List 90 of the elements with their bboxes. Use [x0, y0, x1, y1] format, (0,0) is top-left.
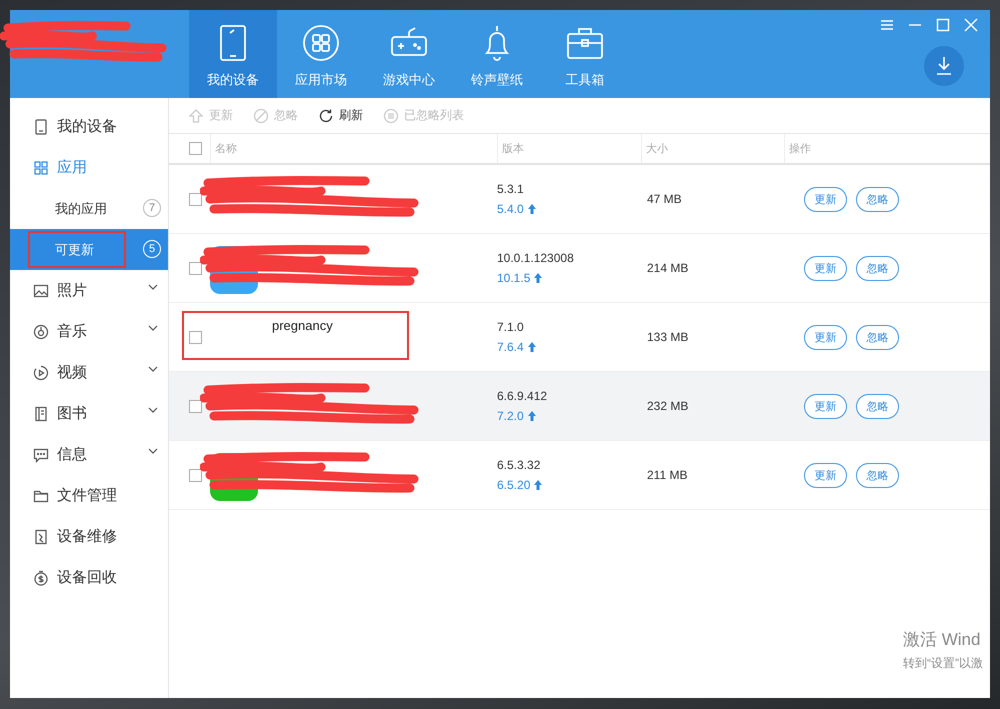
- activation-hint: 转到“设置”以激: [903, 655, 983, 672]
- action-button[interactable]: 更新: [804, 394, 847, 418]
- current-version: 7.1.0: [497, 320, 525, 334]
- up-arrow-icon: [528, 342, 536, 352]
- latest-version: 7.6.4: [497, 340, 524, 354]
- video-icon: [33, 364, 49, 380]
- maximize-icon[interactable]: [936, 18, 950, 32]
- apps-icon: [301, 23, 341, 63]
- action-button[interactable]: 忽略: [856, 462, 899, 488]
- up-arrow-icon: [528, 411, 536, 421]
- chevron-down-icon[interactable]: [148, 284, 158, 290]
- music-icon: [33, 324, 49, 340]
- book-icon: [33, 406, 49, 422]
- action-button[interactable]: 更新: [804, 462, 847, 488]
- grid-icon: [33, 160, 49, 176]
- row-checkbox[interactable]: [189, 468, 202, 482]
- count-badge: 5: [143, 240, 161, 258]
- latest-version: 6.5.20: [497, 478, 530, 492]
- action-button[interactable]: 更新: [804, 186, 847, 212]
- column-header: 版本: [502, 142, 524, 156]
- ban-icon: [253, 108, 269, 124]
- sidebar-subitem[interactable]: 我的应用 7: [10, 188, 168, 229]
- current-version: 10.0.1.123008: [497, 251, 575, 265]
- row-checkbox[interactable]: [189, 262, 202, 274]
- coin-icon: [33, 570, 49, 586]
- column-header: 大小: [646, 142, 668, 156]
- refresh-icon: [318, 108, 334, 124]
- chevron-down-icon[interactable]: [148, 407, 158, 413]
- sidebar-item[interactable]: 音乐: [10, 311, 168, 352]
- table-row[interactable]: 5.3.1 5.4.0 47 MB 更新 忽略: [169, 165, 990, 234]
- chevron-down-icon[interactable]: [148, 448, 158, 454]
- up-icon: [188, 108, 204, 124]
- menu-icon[interactable]: [880, 18, 894, 32]
- table-row[interactable]: 6.6.9.412 7.2.0 232 MB 更新 忽略: [169, 372, 990, 441]
- list-icon: [383, 108, 399, 124]
- sidebar-item[interactable]: 设备维修: [10, 516, 168, 557]
- count-badge: 7: [143, 199, 161, 217]
- current-version: 6.6.9.412: [497, 389, 548, 403]
- up-arrow-icon: [528, 204, 536, 214]
- sidebar-item[interactable]: 我的设备: [10, 106, 168, 147]
- nav-tab[interactable]: 铃声壁纸: [453, 10, 541, 98]
- app-size: 214 MB: [647, 261, 688, 275]
- latest-version: 7.2.0: [497, 409, 524, 423]
- row-checkbox[interactable]: [189, 400, 202, 412]
- action-button[interactable]: 更新: [804, 324, 847, 350]
- select-all-checkbox[interactable]: [189, 142, 202, 155]
- column-header: 操作: [789, 142, 811, 156]
- app-size: 47 MB: [647, 192, 682, 206]
- row-checkbox[interactable]: [189, 192, 202, 206]
- message-icon: [33, 446, 49, 462]
- action-button[interactable]: 忽略: [856, 256, 899, 280]
- table-row[interactable]: 6.5.3.32 6.5.20 211 MB 更新 忽略: [169, 441, 990, 510]
- download-button[interactable]: [924, 46, 964, 86]
- current-version: 5.3.1: [497, 182, 525, 196]
- download-icon: [935, 56, 953, 76]
- nav-tab[interactable]: 应用市场: [277, 10, 365, 98]
- action-button[interactable]: 忽略: [856, 324, 899, 350]
- sidebar-item[interactable]: 照片: [10, 270, 168, 311]
- chevron-down-icon[interactable]: [148, 366, 158, 372]
- activation-title: 激活 Wind: [903, 629, 982, 651]
- latest-version: 10.1.5: [497, 271, 530, 285]
- sidebar-item[interactable]: 图书: [10, 393, 168, 434]
- toolbar-button[interactable]: 刷新: [318, 107, 363, 124]
- current-version: 6.5.3.32: [497, 458, 542, 472]
- app-size: 232 MB: [647, 399, 688, 413]
- sidebar-item[interactable]: 信息: [10, 434, 168, 475]
- action-button[interactable]: 更新: [804, 256, 847, 280]
- nav-tab[interactable]: 我的设备: [189, 10, 277, 98]
- row-checkbox[interactable]: [189, 330, 202, 344]
- column-header: 名称: [215, 142, 237, 156]
- image-icon: [33, 282, 49, 298]
- phone-icon: [33, 118, 49, 134]
- nav-tab[interactable]: 工具箱: [541, 10, 629, 98]
- sidebar-item[interactable]: 应用: [10, 147, 168, 188]
- app-name: pregnancy: [272, 317, 333, 333]
- up-arrow-icon: [534, 273, 542, 283]
- sidebar-item[interactable]: 文件管理: [10, 475, 168, 516]
- app-size: 133 MB: [647, 330, 688, 344]
- action-button[interactable]: 忽略: [856, 186, 899, 212]
- chevron-down-icon[interactable]: [148, 325, 158, 331]
- nav-tab[interactable]: 游戏中心: [365, 10, 453, 98]
- latest-version: 5.4.0: [497, 202, 524, 216]
- table-row[interactable]: 10.0.1.123008 10.1.5 214 MB 更新 忽略: [169, 234, 990, 303]
- sidebar-item[interactable]: 设备回收: [10, 557, 168, 598]
- sidebar-item[interactable]: 视频: [10, 352, 168, 393]
- close-icon[interactable]: [964, 18, 978, 32]
- action-button[interactable]: 忽略: [856, 394, 899, 418]
- app-size: 211 MB: [647, 468, 688, 482]
- up-arrow-icon: [534, 480, 542, 490]
- sidebar-subitem[interactable]: 可更新 5: [10, 229, 168, 270]
